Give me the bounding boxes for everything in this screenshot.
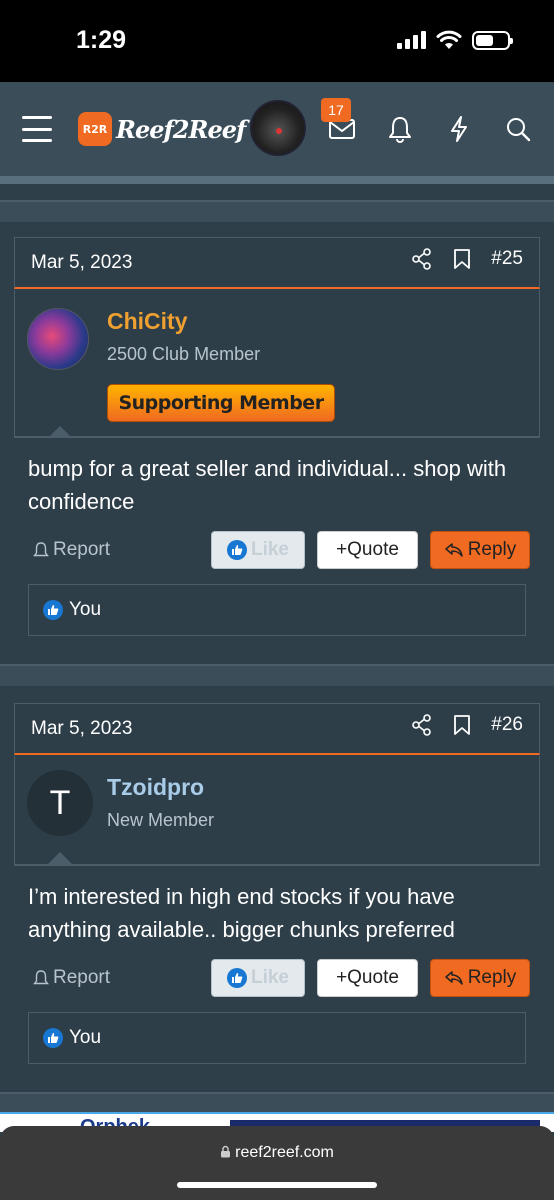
reaction-users: You xyxy=(69,599,102,620)
url-text: reef2reef.com xyxy=(235,1144,334,1161)
username[interactable]: ChiCity xyxy=(107,308,188,335)
lock-icon xyxy=(221,1145,231,1158)
supporting-member-badge: Supporting Member xyxy=(107,384,335,422)
post-action-row: Report Like +Quote Reply xyxy=(14,959,540,999)
thumbs-up-icon xyxy=(43,1028,63,1048)
share-icon[interactable] xyxy=(411,248,433,270)
bookmark-icon[interactable] xyxy=(453,248,471,270)
thumbs-up-icon xyxy=(226,540,247,560)
post-number[interactable]: #26 xyxy=(491,714,523,736)
url-display[interactable]: reef2reef.com xyxy=(0,1144,554,1162)
reply-button[interactable]: Reply xyxy=(430,531,530,569)
report-label: Report xyxy=(53,539,111,560)
post-pointer xyxy=(48,852,72,864)
reply-button[interactable]: Reply xyxy=(430,959,530,997)
report-button[interactable]: Report xyxy=(32,967,110,989)
post-number[interactable]: #25 xyxy=(491,248,523,270)
bell-outline-icon xyxy=(33,542,49,557)
cellular-signal-icon xyxy=(397,31,426,49)
battery-icon xyxy=(472,30,513,50)
reactions-bar[interactable]: You xyxy=(28,584,526,636)
like-button[interactable]: Like xyxy=(211,959,305,997)
inbox-count-badge: 17 xyxy=(321,98,351,122)
reactions-bar[interactable]: You xyxy=(28,1012,526,1064)
reaction-users: You xyxy=(69,1027,102,1048)
post-actions: #25 xyxy=(411,248,523,270)
user-title: 2500 Club Member xyxy=(107,344,261,364)
post-divider xyxy=(0,1092,554,1114)
bell-outline-icon xyxy=(33,970,49,985)
user-info: ChiCity 2500 Club Member Supporting Memb… xyxy=(14,290,540,438)
share-icon[interactable] xyxy=(411,714,433,736)
post-body: bump for a great seller and individual..… xyxy=(28,456,507,514)
bookmark-icon[interactable] xyxy=(453,714,471,736)
thumbs-up-icon xyxy=(226,968,247,988)
post-date[interactable]: Mar 5, 2023 xyxy=(31,718,132,740)
post-actions: #26 xyxy=(411,714,523,736)
quote-button[interactable]: +Quote xyxy=(317,531,418,569)
logo-badge: R2R xyxy=(78,112,112,146)
thumbs-up-icon xyxy=(43,600,63,620)
report-label: Report xyxy=(53,967,111,988)
status-icons xyxy=(397,30,513,50)
logo-text: Reef2Reef xyxy=(116,114,246,144)
report-button[interactable]: Report xyxy=(32,539,110,561)
like-label: Like xyxy=(250,967,290,988)
reply-arrow-icon xyxy=(444,971,463,985)
avatar-letter: T xyxy=(49,783,71,822)
wifi-icon xyxy=(436,30,462,49)
post-header: Mar 5, 2023 #26 xyxy=(14,703,540,755)
user-info: T Tzoidpro New Member xyxy=(14,756,540,866)
status-time: 1:29 xyxy=(76,26,127,54)
status-bar: 1:29 xyxy=(0,0,554,82)
post-divider xyxy=(0,664,554,686)
reply-label: Reply xyxy=(467,967,517,988)
navbar-divider xyxy=(0,176,554,184)
quote-button[interactable]: +Quote xyxy=(317,959,418,997)
post-date[interactable]: Mar 5, 2023 xyxy=(31,252,132,274)
reply-arrow-icon xyxy=(444,543,463,557)
post-header: Mar 5, 2023 #25 xyxy=(14,237,540,289)
browser-url-bar[interactable]: reef2reef.com xyxy=(0,1126,554,1200)
post-body: I’m interested in high end stocks if you… xyxy=(28,884,455,942)
like-label: Like xyxy=(250,539,290,560)
user-avatar[interactable] xyxy=(27,308,89,370)
account-avatar[interactable] xyxy=(250,100,306,156)
site-logo[interactable]: R2R Reef2Reef xyxy=(78,108,246,150)
lightning-icon[interactable] xyxy=(444,114,474,144)
user-title: New Member xyxy=(107,810,215,830)
like-button[interactable]: Like xyxy=(211,531,305,569)
search-icon[interactable] xyxy=(503,114,533,144)
menu-icon[interactable] xyxy=(22,116,52,142)
post-pointer xyxy=(48,426,72,438)
reply-label: Reply xyxy=(467,539,517,560)
home-indicator[interactable] xyxy=(177,1182,377,1188)
post-action-row: Report Like +Quote Reply xyxy=(14,531,540,571)
bell-icon[interactable] xyxy=(385,114,415,144)
user-avatar[interactable]: T xyxy=(27,770,93,836)
username[interactable]: Tzoidpro xyxy=(107,774,204,801)
post-divider xyxy=(0,200,554,222)
